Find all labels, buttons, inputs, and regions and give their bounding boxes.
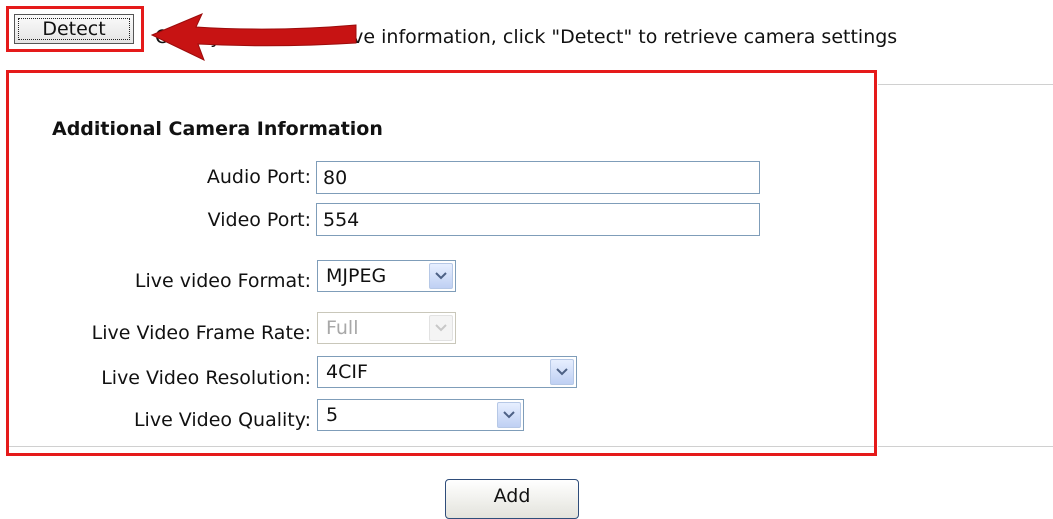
quality-label: Live Video Quality: (133, 409, 311, 431)
live-format-select[interactable]: MJPEG (317, 260, 456, 292)
chevron-down-icon[interactable] (497, 402, 521, 428)
resolution-select[interactable]: 4CIF (317, 356, 577, 388)
red-arrow-annotation-icon (150, 13, 357, 61)
resolution-label: Live Video Resolution: (101, 367, 311, 389)
frame-rate-select: Full (317, 312, 456, 344)
video-port-input[interactable] (316, 203, 760, 236)
frame-rate-label: Live Video Frame Rate: (91, 322, 311, 344)
quality-select[interactable]: 5 (317, 399, 524, 431)
add-button[interactable]: Add (445, 479, 579, 519)
resolution-value: 4CIF (326, 361, 368, 383)
live-format-label: Live video Format: (134, 270, 311, 292)
chevron-down-icon[interactable] (429, 263, 453, 289)
frame-rate-value: Full (326, 317, 359, 339)
detect-button[interactable]: Detect (14, 14, 134, 44)
separator-top (878, 84, 1053, 85)
chevron-down-icon[interactable] (550, 359, 574, 385)
audio-port-label: Audio Port: (206, 166, 311, 188)
video-port-label: Video Port: (207, 209, 311, 231)
separator-inner (9, 446, 874, 447)
separator-bottom (878, 446, 1053, 447)
audio-port-input[interactable] (316, 161, 760, 194)
section-title: Additional Camera Information (52, 118, 383, 140)
live-format-value: MJPEG (326, 265, 387, 287)
chevron-down-icon (429, 315, 453, 341)
quality-value: 5 (326, 404, 339, 426)
